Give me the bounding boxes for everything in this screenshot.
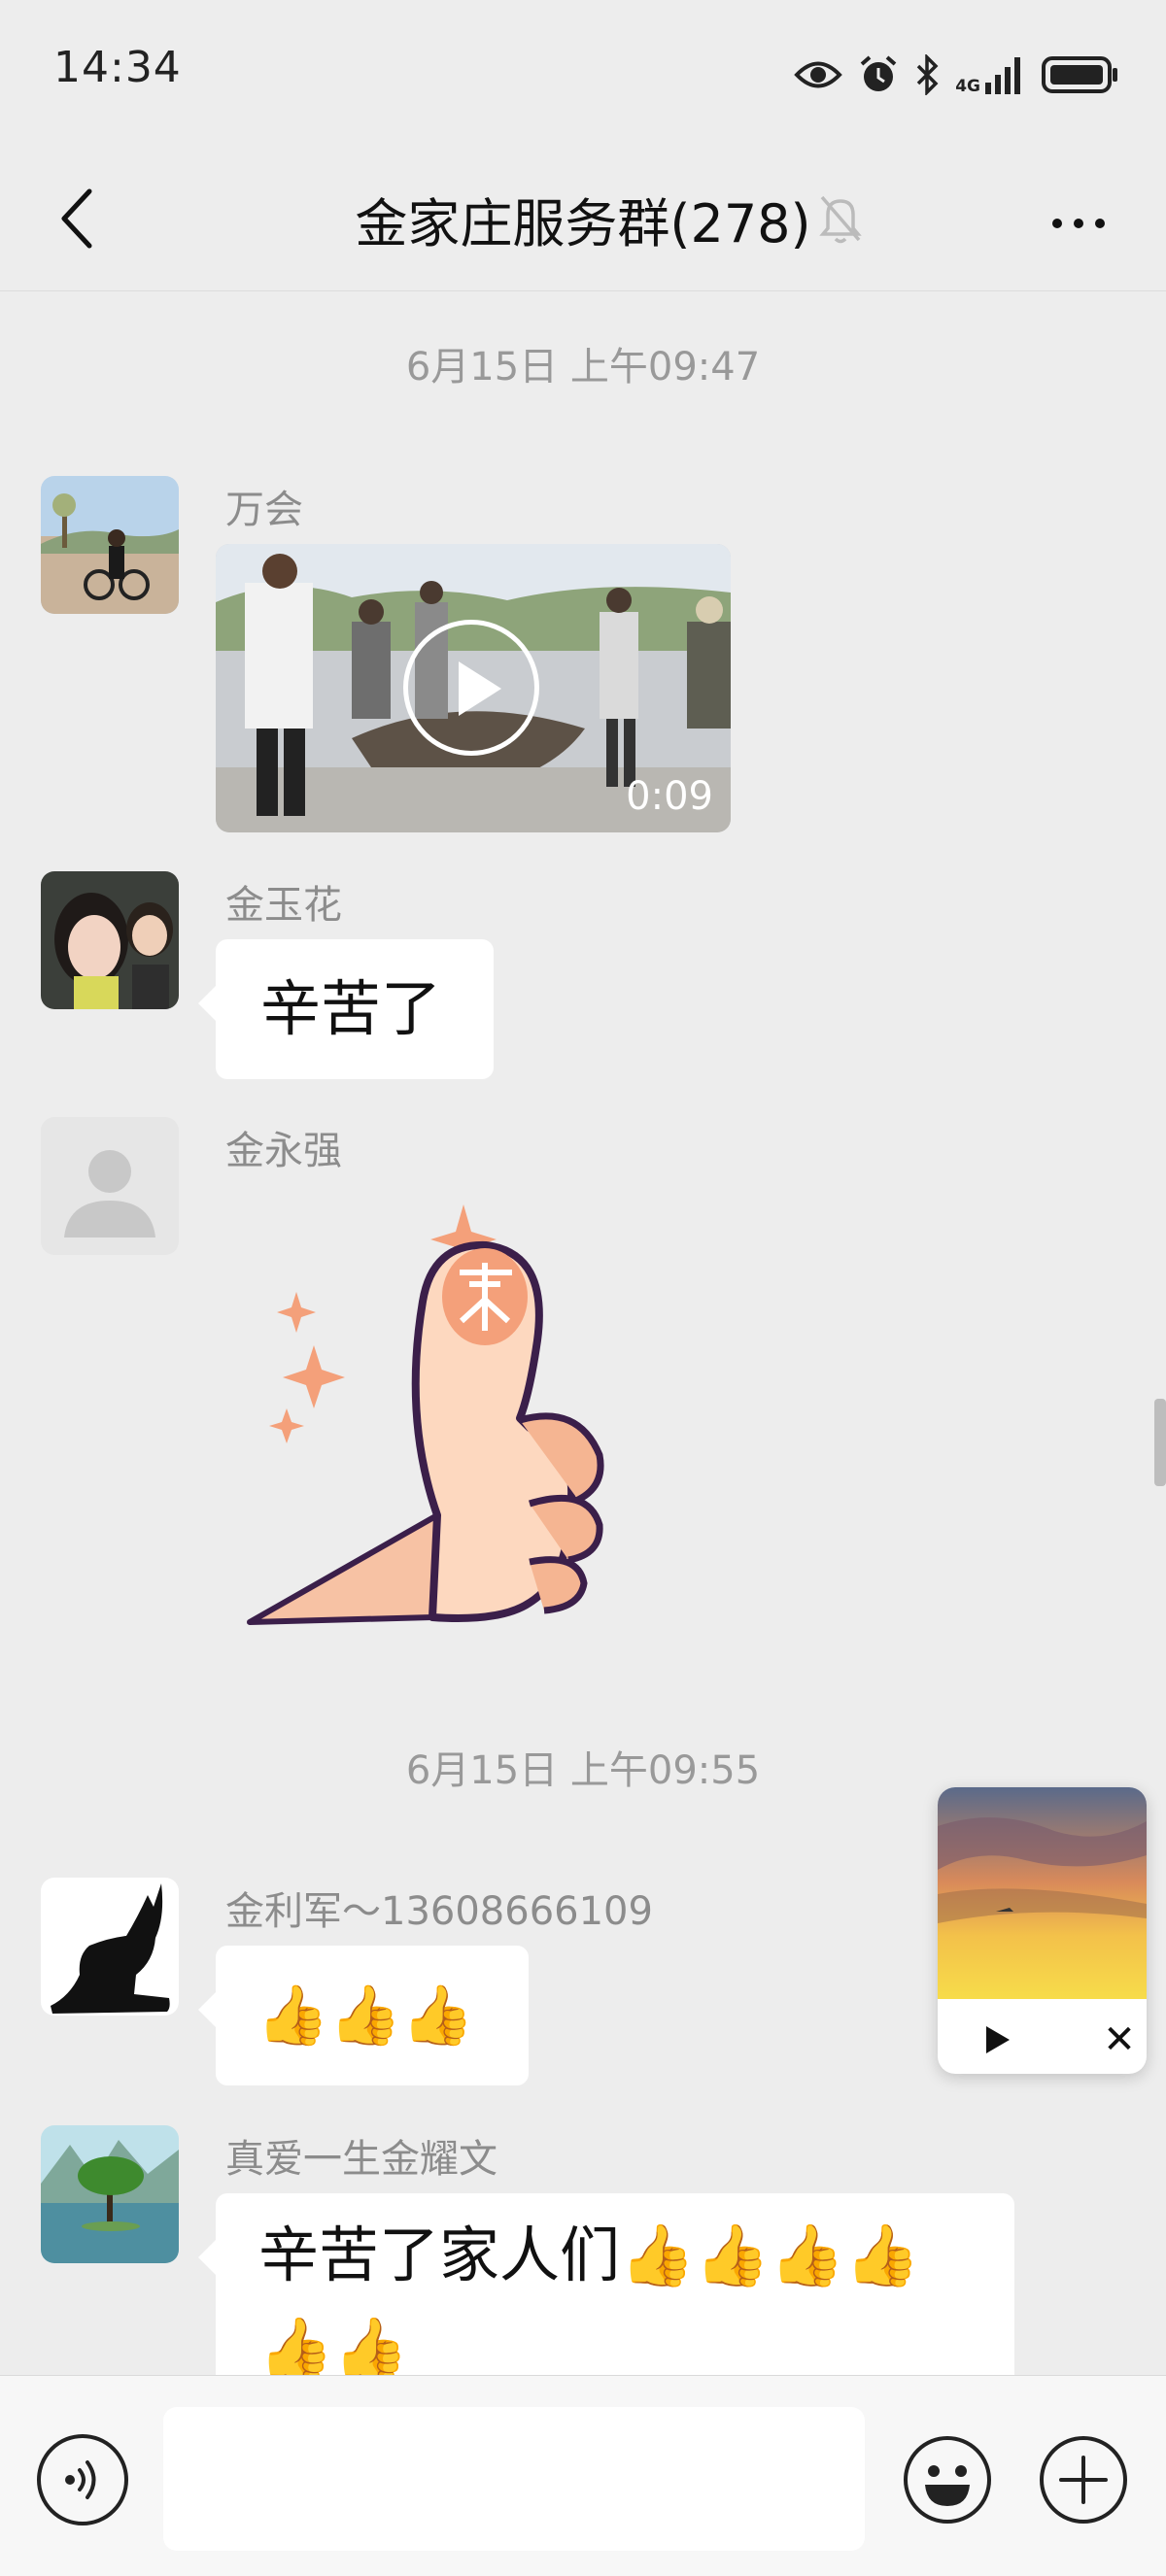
scrollbar[interactable] bbox=[1154, 1399, 1166, 1486]
play-icon[interactable] bbox=[977, 2020, 1015, 2059]
status-icons: 4G bbox=[794, 49, 1119, 101]
message-text-line: 👍👍 bbox=[258, 2313, 409, 2375]
sender-name: 金利军～13608666109 bbox=[225, 1889, 653, 1934]
input-bar bbox=[0, 2375, 1166, 2576]
message-item: 金玉花 辛苦了 bbox=[0, 871, 1166, 1114]
message-bubble[interactable]: 辛苦了 bbox=[198, 939, 494, 1079]
header: 金家庄服务群(278) bbox=[0, 146, 1166, 291]
message-item: 万会 0:09 bbox=[0, 476, 1166, 845]
avatar[interactable] bbox=[41, 476, 179, 614]
avatar[interactable] bbox=[41, 871, 179, 1009]
back-button[interactable] bbox=[39, 180, 117, 257]
message-item: 金永强 bbox=[0, 1117, 1166, 1680]
message-bubble[interactable]: 👍👍👍 bbox=[198, 1946, 529, 2085]
message-item: 真爱一生金耀文 辛苦了家人们👍👍👍👍 👍👍 bbox=[0, 2125, 1166, 2375]
sender-name: 金玉花 bbox=[225, 883, 342, 928]
chat-screen: 14:34 4G 金家庄服务群(278) 6月15日 上午09:47 万会 0:… bbox=[0, 0, 1166, 2576]
back-arrow-icon bbox=[61, 188, 92, 249]
avatar[interactable] bbox=[41, 1878, 179, 2016]
video-duration: 0:09 bbox=[626, 774, 713, 819]
close-icon[interactable]: ✕ bbox=[1100, 2020, 1139, 2059]
eye-icon bbox=[794, 61, 842, 88]
voice-button[interactable] bbox=[37, 2434, 128, 2525]
video-message[interactable]: 0:09 bbox=[216, 544, 731, 832]
sender-name: 万会 bbox=[225, 488, 303, 532]
avatar[interactable] bbox=[41, 2125, 179, 2263]
voice-icon bbox=[65, 2460, 96, 2499]
sender-name: 真爱一生金耀文 bbox=[225, 2137, 497, 2182]
thumbs-up-sticker[interactable] bbox=[238, 1195, 656, 1642]
signal-icon: 4G bbox=[955, 55, 1026, 96]
emoji-icon[interactable] bbox=[902, 2434, 993, 2525]
more-button[interactable] bbox=[1030, 189, 1127, 257]
play-icon bbox=[403, 620, 539, 756]
timestamp: 6月15日 上午09:47 bbox=[405, 345, 761, 390]
status-bar: 14:34 4G bbox=[0, 0, 1166, 146]
plus-icon[interactable] bbox=[1038, 2434, 1129, 2525]
avatar[interactable] bbox=[41, 1117, 179, 1255]
message-input[interactable] bbox=[163, 2407, 865, 2551]
mini-player[interactable]: ✕ bbox=[938, 1787, 1147, 2074]
sender-name: 金永强 bbox=[225, 1129, 342, 1173]
mini-player-thumbnail bbox=[938, 1787, 1147, 1999]
mute-bell-icon bbox=[819, 195, 862, 244]
message-text-line: 辛苦了家人们👍👍👍👍 bbox=[258, 2220, 920, 2290]
page-title: 金家庄服务群(278) bbox=[355, 192, 811, 254]
status-time: 14:34 bbox=[53, 43, 182, 92]
alarm-icon bbox=[860, 55, 897, 91]
bluetooth-icon bbox=[916, 54, 939, 95]
more-dots-icon bbox=[1052, 219, 1062, 228]
battery-icon bbox=[1042, 56, 1117, 93]
message-bubble[interactable]: 辛苦了家人们👍👍👍👍 👍👍 bbox=[198, 2193, 1014, 2375]
network-label: 4G bbox=[955, 77, 980, 96]
